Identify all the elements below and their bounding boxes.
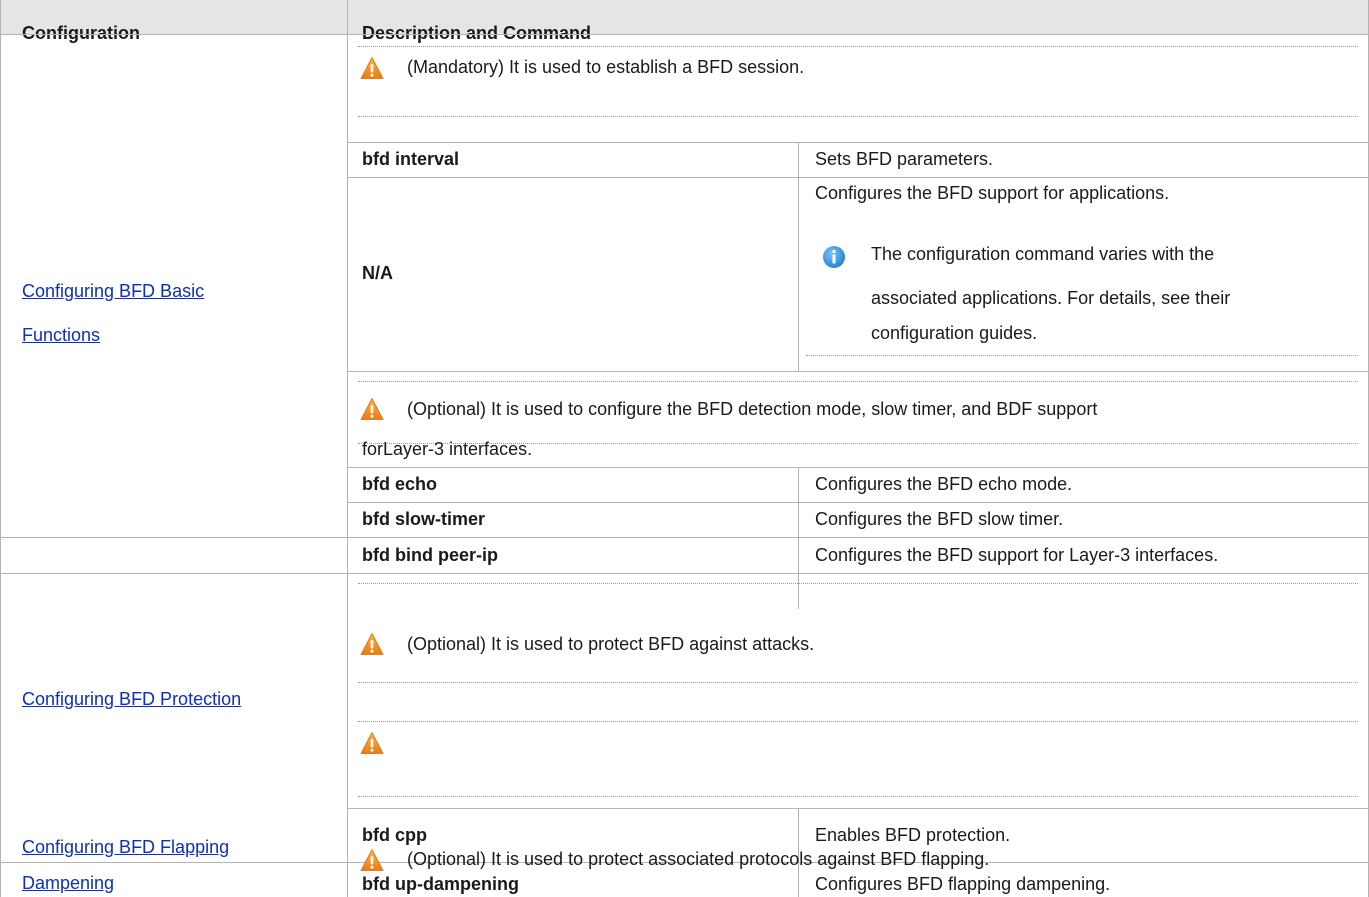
link-configuring-bfd-basic-functions[interactable]: Configuring BFD Basic [22, 280, 204, 302]
warning-icon [360, 632, 384, 656]
optional-note-line1: (Optional) It is used to configure the B… [407, 399, 1098, 419]
dampening-note: (Optional) It is used to protect associa… [407, 849, 990, 869]
info-note-line2: associated applications. For details, se… [871, 288, 1231, 308]
grid-line [347, 0, 348, 897]
description-bfd-cpp: Enables BFD protection. [815, 825, 1011, 845]
dotted-separator [358, 682, 1358, 683]
link-line: Functions [22, 325, 101, 345]
grid-line [348, 467, 1369, 468]
optional-note-line2: forLayer-3 interfaces. [362, 439, 533, 459]
dotted-separator [358, 721, 1358, 722]
description-bfd-bind-peer-ip: Configures the BFD support for Layer-3 i… [815, 545, 1219, 565]
grid-line [0, 573, 1369, 574]
info-icon [822, 245, 846, 269]
description-bfd-up-dampening: Configures BFD flapping dampening. [815, 874, 1111, 894]
link-configuring-bfd-flapping-dampening[interactable]: Configuring BFD Flapping [22, 836, 229, 858]
description-bfd-interval: Sets BFD parameters. [815, 149, 994, 169]
command-bfd-interval: bfd interval [362, 149, 460, 169]
header-description-command: Description and Command [362, 23, 592, 43]
link-line: Configuring BFD Protection [22, 689, 242, 709]
command-bfd-up-dampening: bfd up-dampening [362, 874, 519, 894]
warning-icon [360, 731, 384, 755]
link-configuring-bfd-flapping-dampening-cont[interactable]: Dampening [22, 872, 114, 894]
dotted-separator [806, 355, 1358, 356]
link-configuring-bfd-basic-functions-cont[interactable]: Functions [22, 324, 100, 346]
command-na: N/A [362, 263, 393, 283]
mandatory-note: (Mandatory) It is used to establish a BF… [407, 57, 805, 77]
grid-line [0, 0, 1, 897]
command-bfd-slow-timer: bfd slow-timer [362, 509, 486, 529]
command-bfd-echo: bfd echo [362, 474, 437, 494]
grid-line [348, 177, 1369, 178]
grid-line [0, 537, 1369, 538]
info-note-line3: configuration guides. [871, 323, 1038, 343]
protection-note: (Optional) It is used to protect BFD aga… [407, 634, 815, 654]
grid-line [348, 142, 1369, 143]
dotted-separator [358, 116, 1358, 117]
link-configuring-bfd-protection[interactable]: Configuring BFD Protection [22, 688, 241, 710]
dotted-separator [358, 46, 1358, 47]
grid-line [348, 371, 1369, 372]
description-bfd-echo: Configures the BFD echo mode. [815, 474, 1073, 494]
link-line: Dampening [22, 873, 115, 893]
table-header [0, 0, 1369, 34]
grid-line [348, 808, 1369, 809]
grid-line [0, 34, 1369, 35]
link-line: Configuring BFD Basic [22, 281, 205, 301]
link-line: Configuring BFD Flapping [22, 837, 230, 857]
warning-icon [360, 397, 384, 421]
command-bfd-bind-peer-ip: bfd bind peer-ip [362, 545, 498, 565]
warning-icon [360, 848, 384, 872]
command-bfd-cpp: bfd cpp [362, 825, 427, 845]
description-bfd-slow-timer: Configures the BFD slow timer. [815, 509, 1064, 529]
grid-line [348, 502, 1369, 503]
info-note-line1: The configuration command varies with th… [871, 244, 1215, 264]
description-na: Configures the BFD support for applicati… [815, 183, 1170, 203]
dotted-separator [358, 583, 1358, 584]
dotted-separator [358, 381, 1358, 382]
dotted-separator [358, 796, 1358, 797]
warning-icon [360, 56, 384, 80]
grid-line [798, 467, 799, 609]
header-configuration: Configuration [22, 23, 140, 43]
